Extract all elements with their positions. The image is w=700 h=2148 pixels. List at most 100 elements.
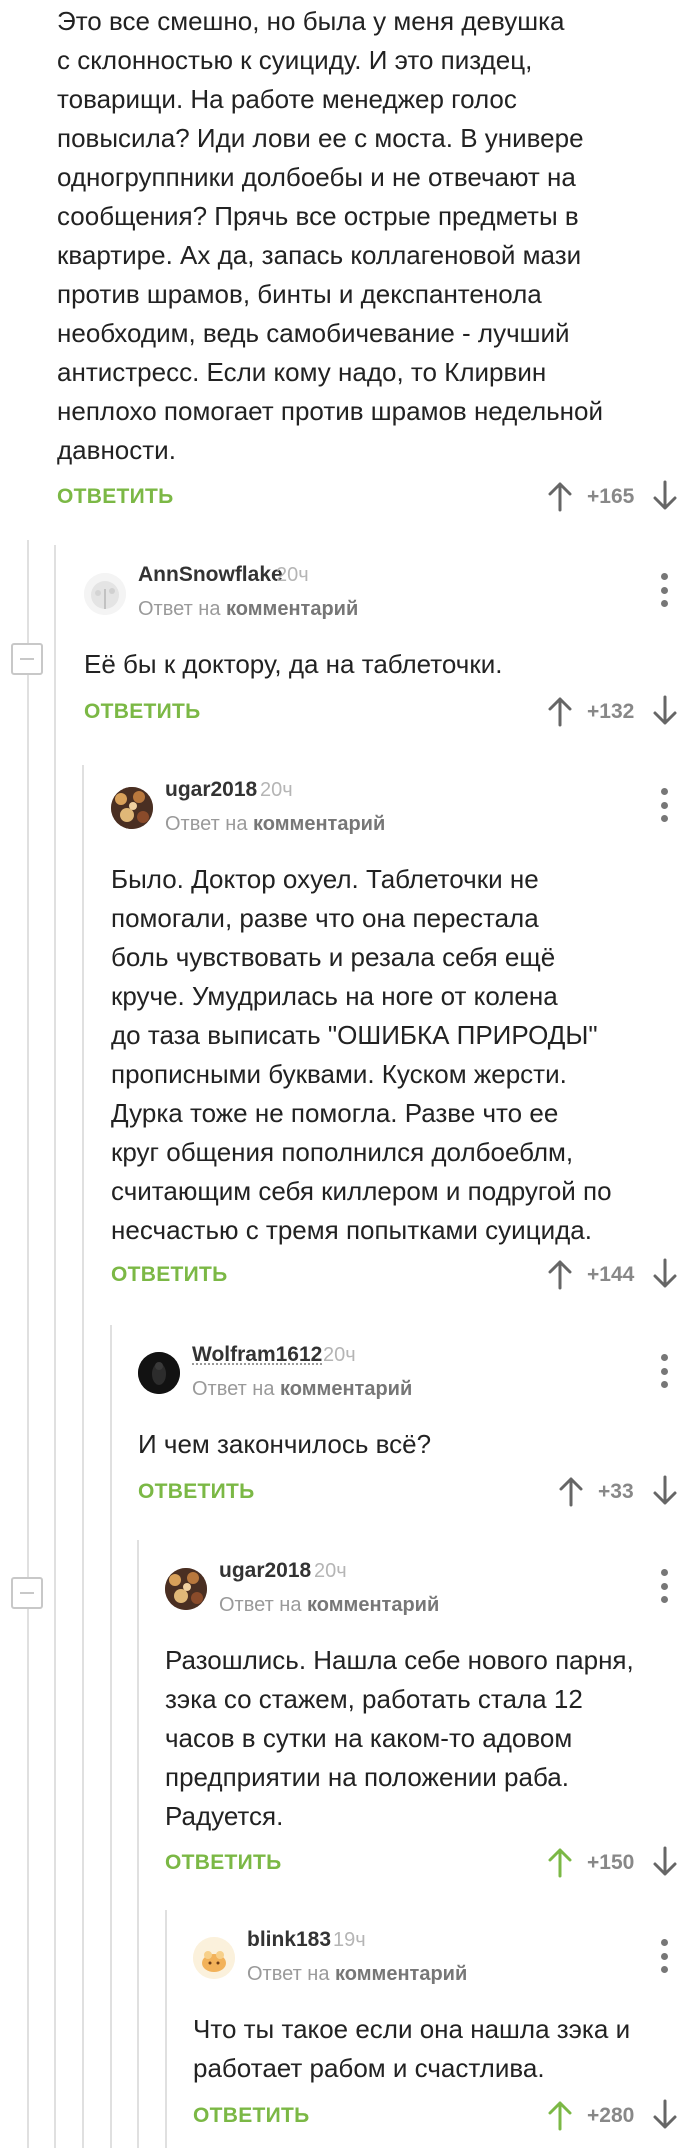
downvote-arrow-icon[interactable] [650, 1475, 680, 1507]
comment-text-line: Радуется. [165, 1801, 284, 1831]
rating-count: +150 [587, 1851, 635, 1874]
rating-count: +165 [587, 485, 635, 508]
comment-text-line: неплохо помогает против шрамов недельной [57, 396, 604, 426]
comment-text-line: с склонностью к суициду. И это пиздец, [57, 45, 533, 75]
avatar[interactable] [193, 1937, 235, 1979]
collapse-thread-button[interactable] [11, 1577, 43, 1609]
author-name[interactable]: blink183 [247, 1928, 331, 1952]
upvote-arrow-icon[interactable] [556, 1475, 586, 1507]
reply-button[interactable]: ОТВЕТИТЬ [138, 1480, 255, 1504]
comment-body: Это все смешно, но была у меня девушка с… [57, 2, 603, 470]
upvote-arrow-icon[interactable] [545, 1846, 575, 1878]
more-options-icon[interactable] [659, 573, 669, 607]
reply-to-link[interactable]: комментарий [280, 1378, 412, 1400]
comment-text-line: до таза выписать "ОШИБКА ПРИРОДЫ" [111, 1020, 598, 1050]
avatar[interactable] [138, 1352, 180, 1394]
author-name[interactable]: AnnSnowflake [138, 563, 283, 587]
thread-line [137, 1540, 139, 2148]
comment-body: Разошлись. Нашла себе нового парня, зэка… [165, 1641, 634, 1836]
comment-text-line: зэка со стажем, работать стала 12 [165, 1684, 583, 1714]
comment-text-line: Её бы к доктору, да на таблеточки. [84, 649, 503, 679]
comment-text-line: Что ты такое если она нашла зэка и [193, 2014, 631, 2044]
comment-text-line: товарищи. На работе менеджер голос [57, 84, 517, 114]
comment-text-line: помогали, разве что она перестала [111, 903, 539, 933]
downvote-arrow-icon[interactable] [650, 695, 680, 727]
upvote-arrow-icon[interactable] [545, 695, 575, 727]
upvote-arrow-icon[interactable] [545, 2099, 575, 2131]
reply-to-info: Ответ на комментарий [165, 813, 385, 836]
comment-body: Что ты такое если она нашла зэка и работ… [193, 2010, 630, 2088]
thread-line [82, 765, 84, 2148]
reply-to-link[interactable]: комментарий [253, 813, 385, 835]
author-name[interactable]: ugar2018 [219, 1559, 311, 1583]
comment-text-line: считающим себя киллером и подругой по [111, 1176, 612, 1206]
reply-to-info: Ответ на комментарий [247, 1963, 467, 1986]
more-options-icon[interactable] [659, 1354, 669, 1388]
avatar[interactable] [165, 1568, 207, 1610]
more-options-icon[interactable] [659, 1939, 669, 1973]
downvote-arrow-icon[interactable] [650, 2099, 680, 2131]
reply-button[interactable]: ОТВЕТИТЬ [84, 700, 201, 724]
comment-body: Было. Доктор охуел. Таблеточки не помога… [111, 860, 612, 1250]
comment-text-line: повысила? Иди лови ее с моста. В универе [57, 123, 584, 153]
comment-text-line: круче. Умудрилась на ноге от колена [111, 981, 558, 1011]
reply-to-prefix: Ответ на [165, 813, 248, 835]
reply-button[interactable]: ОТВЕТИТЬ [111, 1263, 228, 1287]
reply-to-info: Ответ на комментарий [138, 598, 358, 621]
comment-text-line: сообщения? Прячь все острые предметы в [57, 201, 579, 231]
reply-to-prefix: Ответ на [247, 1963, 330, 1985]
reply-to-link[interactable]: комментарий [226, 598, 358, 620]
reply-to-info: Ответ на комментарий [219, 1594, 439, 1617]
comment-body: Её бы к доктору, да на таблеточки. [84, 645, 502, 684]
reply-to-prefix: Ответ на [219, 1594, 302, 1616]
comment-text-line: боль чувствовать и резала себя ещё [111, 942, 556, 972]
upvote-arrow-icon[interactable] [545, 480, 575, 512]
comment-text-line: прописными буквами. Куском жерсти. [111, 1059, 567, 1089]
comment-body: И чем закончилось всё? [138, 1425, 431, 1464]
comment-text-line: часов в сутки на каком-то адовом [165, 1723, 573, 1753]
collapse-thread-button[interactable] [11, 643, 43, 675]
more-options-icon[interactable] [659, 1569, 669, 1603]
comment-time: 20ч [323, 1344, 356, 1366]
thread-line [27, 540, 29, 2148]
rating-count: +280 [587, 2104, 635, 2127]
reply-to-link[interactable]: комментарий [307, 1594, 439, 1616]
comment-text-line: Дурка тоже не помогла. Разве что ее [111, 1098, 559, 1128]
avatar[interactable] [111, 787, 153, 829]
comment-text-line: давности. [57, 435, 176, 465]
reply-button[interactable]: ОТВЕТИТЬ [193, 2104, 310, 2128]
comment-text-line: Было. Доктор охуел. Таблеточки не [111, 864, 539, 894]
author-name[interactable]: ugar2018 [165, 778, 257, 802]
downvote-arrow-icon[interactable] [650, 1258, 680, 1290]
comment-text-line: квартире. Ах да, запась коллагеновой маз… [57, 240, 582, 270]
avatar[interactable] [84, 573, 126, 615]
comment-text-line: И чем закончилось всё? [138, 1429, 432, 1459]
comment-text-line: одногруппники долбоебы и не отвечают на [57, 162, 576, 192]
reply-to-prefix: Ответ на [138, 598, 221, 620]
more-options-icon[interactable] [659, 788, 669, 822]
reply-button[interactable]: ОТВЕТИТЬ [57, 485, 174, 509]
comment-text-line: антистресс. Если кому надо, то Клирвин [57, 357, 547, 387]
rating-count: +144 [587, 1263, 635, 1286]
upvote-arrow-icon[interactable] [545, 1258, 575, 1290]
comment-text-line: несчастью с тремя попытками суицида. [111, 1215, 592, 1245]
comment-time: 20ч [314, 1560, 347, 1582]
comment-time: 20ч [260, 779, 293, 801]
thread-line [54, 545, 56, 2148]
rating-count: +132 [587, 700, 635, 723]
thread-line [110, 1325, 112, 2148]
reply-to-info: Ответ на комментарий [192, 1378, 412, 1401]
reply-to-link[interactable]: комментарий [335, 1963, 467, 1985]
comment-text-line: Разошлись. Нашла себе нового парня, [165, 1645, 634, 1675]
comment-text-line: предприятии на положении раба. [165, 1762, 569, 1792]
reply-button[interactable]: ОТВЕТИТЬ [165, 1851, 282, 1875]
rating-count: +33 [598, 1480, 634, 1503]
downvote-arrow-icon[interactable] [650, 480, 680, 512]
downvote-arrow-icon[interactable] [650, 1846, 680, 1878]
comment-text-line: работает рабом и счастлива. [193, 2053, 545, 2083]
thread-line [165, 1910, 167, 2148]
comment-text-line: круг общения пополнился долбоеблм, [111, 1137, 574, 1167]
author-name[interactable]: Wolfram1612 [192, 1343, 322, 1367]
comment-text-line: против шрамов, бинты и декспантенола [57, 279, 542, 309]
reply-to-prefix: Ответ на [192, 1378, 275, 1400]
